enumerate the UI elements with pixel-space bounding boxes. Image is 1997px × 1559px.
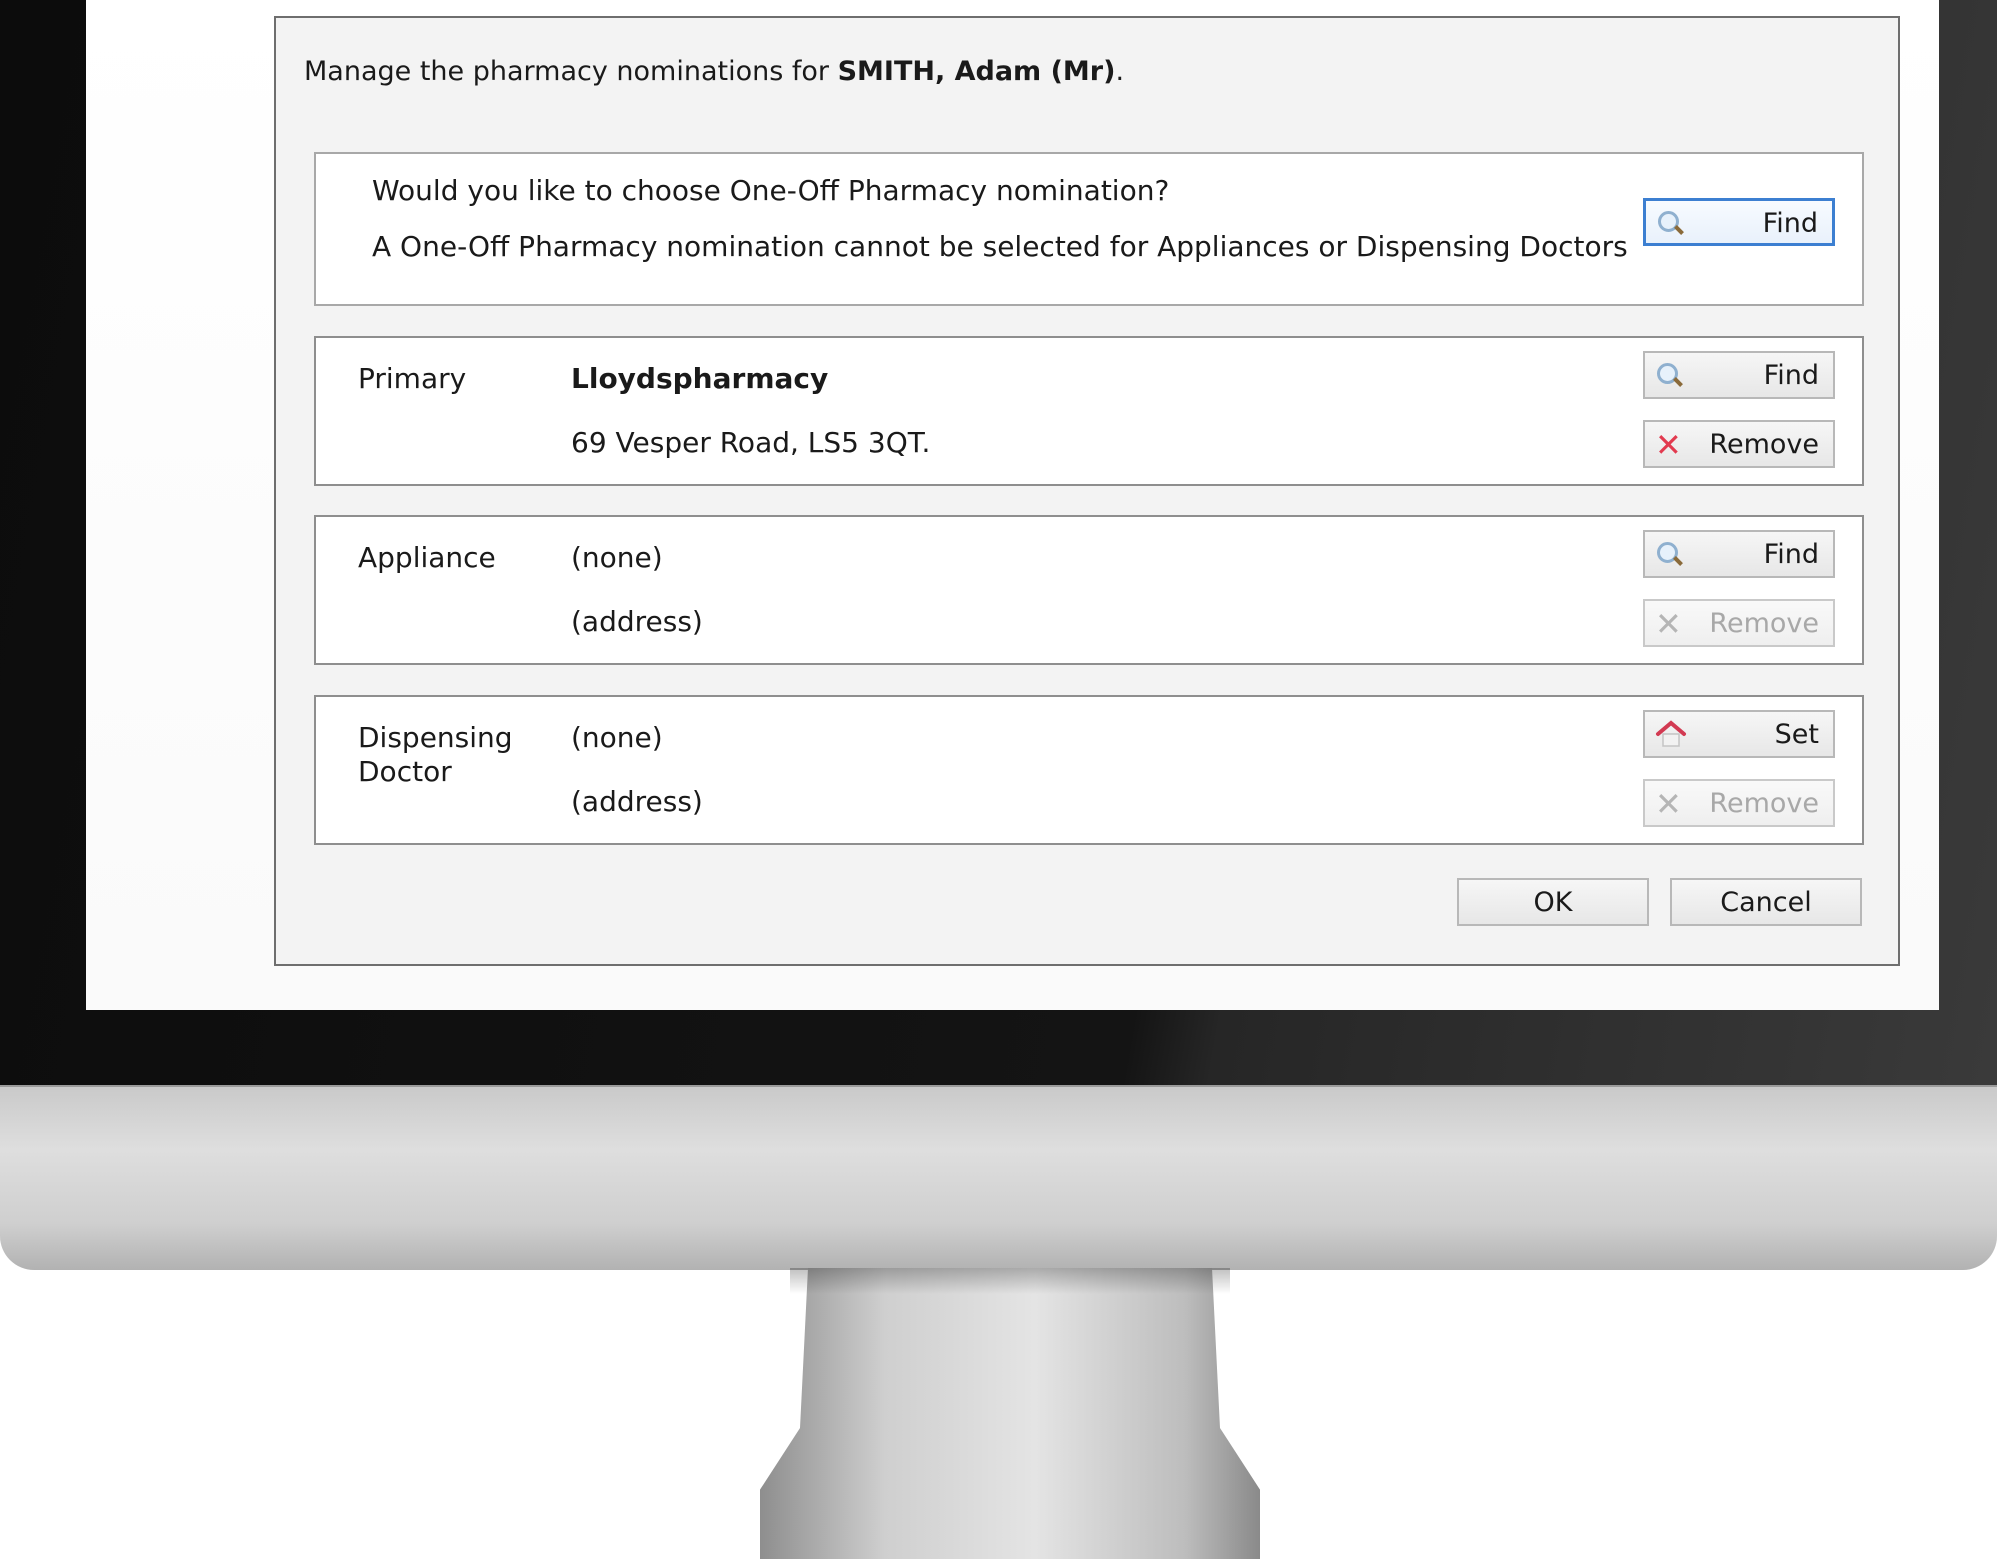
primary-find-button[interactable]: Find — [1643, 351, 1835, 399]
primary-label: Primary — [358, 362, 467, 395]
dispensing-remove-button[interactable]: ✕ Remove — [1643, 779, 1835, 827]
x-icon: ✕ — [1655, 785, 1682, 823]
dispensing-doctor-address: (address) — [571, 785, 703, 818]
stand-shadow — [790, 1268, 1230, 1294]
appliance-name: (none) — [571, 541, 663, 574]
appliance-find-label: Find — [1763, 539, 1819, 570]
dispensing-set-label: Set — [1774, 719, 1819, 750]
ok-label: OK — [1533, 887, 1573, 918]
appliance-address: (address) — [571, 605, 703, 638]
primary-remove-label: Remove — [1709, 429, 1819, 460]
appliance-find-button[interactable]: Find — [1643, 530, 1835, 578]
one-off-question: Would you like to choose One-Off Pharmac… — [372, 174, 1170, 207]
magnifier-icon — [1655, 540, 1685, 570]
monitor-stand — [760, 1268, 1260, 1559]
appliance-panel: Appliance (none) (address) Find ✕ Remove — [314, 515, 1864, 665]
dialog-intro: Manage the pharmacy nominations for SMIT… — [304, 56, 1124, 87]
ok-button[interactable]: OK — [1457, 878, 1649, 926]
magnifier-icon — [1655, 361, 1685, 391]
intro-prefix: Manage the pharmacy nominations for — [304, 56, 838, 87]
primary-find-label: Find — [1763, 360, 1819, 391]
primary-remove-button[interactable]: ✕ Remove — [1643, 420, 1835, 468]
cancel-label: Cancel — [1720, 887, 1812, 918]
one-off-find-button[interactable]: Find — [1643, 198, 1835, 246]
monitor-chin — [0, 1085, 1997, 1270]
red-x-icon: ✕ — [1655, 426, 1682, 464]
dispensing-remove-label: Remove — [1709, 788, 1819, 819]
cancel-button[interactable]: Cancel — [1670, 878, 1862, 926]
dispensing-doctor-label: Dispensing Doctor — [358, 721, 513, 788]
appliance-label: Appliance — [358, 541, 496, 574]
primary-pharmacy-name: Lloydspharmacy — [571, 362, 829, 395]
intro-suffix: . — [1115, 56, 1125, 87]
one-off-note: A One-Off Pharmacy nomination cannot be … — [372, 230, 1628, 263]
one-off-find-label: Find — [1762, 208, 1818, 239]
primary-panel: Primary Lloydspharmacy 69 Vesper Road, L… — [314, 336, 1864, 486]
dispensing-doctor-name: (none) — [571, 721, 663, 754]
dispensing-set-button[interactable]: Set — [1643, 710, 1835, 758]
patient-name: SMITH, Adam (Mr) — [837, 56, 1116, 87]
one-off-panel: Would you like to choose One-Off Pharmac… — [314, 152, 1864, 306]
pharmacy-nominations-dialog: Manage the pharmacy nominations for SMIT… — [274, 16, 1900, 966]
magnifier-icon — [1656, 209, 1686, 239]
house-icon — [1655, 718, 1687, 750]
x-icon: ✕ — [1655, 605, 1682, 643]
dispensing-doctor-panel: Dispensing Doctor (none) (address) Set ✕… — [314, 695, 1864, 845]
primary-pharmacy-address: 69 Vesper Road, LS5 3QT. — [571, 426, 931, 459]
monitor-screen: Manage the pharmacy nominations for SMIT… — [86, 0, 1939, 1010]
appliance-remove-button[interactable]: ✕ Remove — [1643, 599, 1835, 647]
appliance-remove-label: Remove — [1709, 608, 1819, 639]
